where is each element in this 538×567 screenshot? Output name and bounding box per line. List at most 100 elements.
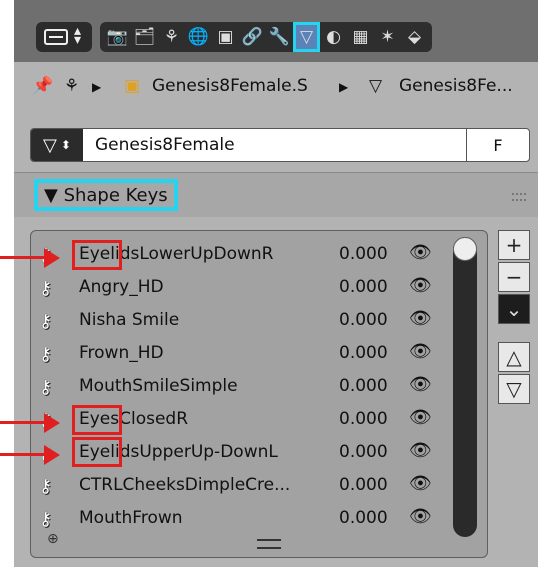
material-icon: ◐ <box>326 27 341 47</box>
breadcrumb-object[interactable]: Genesis8Female.S <box>152 76 308 96</box>
annotation-box <box>72 240 122 270</box>
triangle-down-icon: ▽ <box>506 377 522 401</box>
shape-key-name[interactable]: MouthFrown <box>79 508 183 528</box>
shape-key-row[interactable]: ⚷ Frown_HD 0.000 👁 <box>31 338 451 371</box>
annotation-line <box>0 421 48 424</box>
shape-key-value[interactable]: 0.000 <box>339 376 388 396</box>
add-shape-key-button[interactable]: + <box>498 230 530 260</box>
remove-shape-key-button[interactable]: − <box>498 262 530 292</box>
shape-keys-header[interactable]: ▼ Shape Keys <box>14 172 538 217</box>
annotation-arrow <box>44 413 60 433</box>
shape-keys-title[interactable]: ▼ Shape Keys <box>34 179 178 211</box>
pin-icon[interactable]: 📌 <box>32 76 53 96</box>
annotation-line <box>0 453 48 456</box>
eye-icon[interactable]: 👁 <box>409 407 432 428</box>
particles-icon: ✶ <box>380 27 395 47</box>
tab-object[interactable]: ▣ <box>212 22 239 52</box>
annotation-arrow <box>44 248 60 268</box>
chevron-updown-icon: ▴ ▾ <box>74 23 82 48</box>
shape-key-name[interactable]: MouthSmileSimple <box>79 376 238 396</box>
shape-key-value[interactable]: 0.000 <box>339 244 388 264</box>
breadcrumb-mesh[interactable]: Genesis8Fe... <box>399 76 513 96</box>
annotation-box <box>72 405 122 435</box>
shape-key-icon: ⚷ <box>39 377 53 398</box>
shape-key-icon: ⚷ <box>39 344 53 365</box>
physics-icon: ⬙ <box>407 27 422 47</box>
eye-icon[interactable]: 👁 <box>409 308 432 329</box>
shape-keys-list[interactable]: ⊕ ⚷EyelidsLowerUpDownR0.000👁⚷Angry_HD0.0… <box>30 230 488 558</box>
tab-particles[interactable]: ✶ <box>374 22 401 52</box>
shape-key-icon: ⚷ <box>39 311 53 332</box>
shape-key-row[interactable]: ⚷ Nisha Smile 0.000 👁 <box>31 305 451 338</box>
eye-icon[interactable]: 👁 <box>409 506 432 527</box>
list-resize-handle[interactable] <box>257 539 281 549</box>
move-up-button[interactable]: △ <box>498 342 530 372</box>
mesh-browse-button[interactable]: ▽ ⬍ <box>31 129 83 161</box>
eye-icon[interactable]: 👁 <box>409 473 432 494</box>
annotation-line <box>0 256 48 259</box>
properties-editor-icon <box>44 29 68 45</box>
tab-render-layers[interactable]: 🗂 <box>131 22 158 52</box>
shape-key-value[interactable]: 0.000 <box>339 442 388 462</box>
mesh-data-icon: ▽ <box>43 134 57 156</box>
data-icon: ▽ <box>299 27 314 47</box>
shape-key-name[interactable]: Frown_HD <box>79 343 164 363</box>
shape-key-row[interactable]: ⚷ MouthFrown 0.000 👁 <box>31 503 451 536</box>
annotation-box <box>72 437 122 467</box>
shape-key-name[interactable]: Nisha Smile <box>79 310 179 330</box>
render-icon: 📷 <box>106 27 129 47</box>
chevron-updown-icon: ⬍ <box>60 138 71 152</box>
scene-icon: ⚘ <box>64 76 80 96</box>
object-icon: ▣ <box>124 76 141 96</box>
shape-key-row[interactable]: ⚷ MouthSmileSimple 0.000 👁 <box>31 371 451 404</box>
tab-constraints[interactable]: 🔗 <box>239 22 266 52</box>
shape-key-icon: ⚷ <box>39 278 53 299</box>
render-layers-icon: 🗂 <box>133 27 156 47</box>
shape-key-icon: ⚷ <box>39 476 53 497</box>
shape-key-value[interactable]: 0.000 <box>339 277 388 297</box>
eye-icon[interactable]: 👁 <box>409 341 432 362</box>
specials-menu-button[interactable]: ⌄ <box>498 294 530 324</box>
shape-key-value[interactable]: 0.000 <box>339 310 388 330</box>
tab-material[interactable]: ◐ <box>320 22 347 52</box>
fake-user-button[interactable]: F <box>466 129 529 161</box>
editor-type-button[interactable]: ▴ ▾ <box>36 22 92 52</box>
chevron-right-icon: ▶ <box>92 80 102 94</box>
shape-key-name[interactable]: CTRLCheeksDimpleCre... <box>79 475 290 495</box>
eye-icon[interactable]: 👁 <box>409 242 432 263</box>
annotation-arrow <box>44 445 60 465</box>
shape-key-name[interactable]: Angry_HD <box>79 277 164 297</box>
tab-modifiers[interactable]: 🔧 <box>266 22 293 52</box>
eye-icon[interactable]: 👁 <box>409 275 432 296</box>
modifiers-icon: 🔧 <box>268 27 291 47</box>
tab-world[interactable]: 🌐 <box>185 22 212 52</box>
drag-grip-icon[interactable] <box>512 193 526 201</box>
tab-texture[interactable]: ▦ <box>347 22 374 52</box>
mesh-data-icon: ▽ <box>369 76 383 96</box>
object-icon: ▣ <box>217 27 234 47</box>
minus-icon: − <box>505 265 523 289</box>
tab-physics[interactable]: ⬙ <box>401 22 428 52</box>
scrollbar[interactable] <box>453 237 477 537</box>
move-down-button[interactable]: ▽ <box>498 374 530 404</box>
shape-key-row[interactable]: ⚷ Angry_HD 0.000 👁 <box>31 272 451 305</box>
chevron-right-icon: ▶ <box>339 80 349 94</box>
shape-key-value[interactable]: 0.000 <box>339 508 388 528</box>
context-tabs: 📷 🗂 ⚘ 🌐 ▣ 🔗 🔧 ▽ ◐ ▦ ✶ ⬙ <box>100 22 432 52</box>
constraints-icon: 🔗 <box>241 27 264 47</box>
scrollbar-thumb[interactable] <box>453 237 477 261</box>
mesh-datablock-field[interactable]: ▽ ⬍ Genesis8Female F <box>30 128 530 162</box>
tab-render[interactable]: 📷 <box>104 22 131 52</box>
eye-icon[interactable]: 👁 <box>409 440 432 461</box>
shape-key-value[interactable]: 0.000 <box>339 343 388 363</box>
mesh-name-input[interactable]: Genesis8Female <box>95 135 235 155</box>
shape-key-row[interactable]: ⚷ CTRLCheeksDimpleCre... 0.000 👁 <box>31 470 451 503</box>
tab-data[interactable]: ▽ <box>293 22 320 52</box>
plus-icon: + <box>505 233 523 257</box>
shape-key-value[interactable]: 0.000 <box>339 475 388 495</box>
eye-icon[interactable]: 👁 <box>409 374 432 395</box>
shape-key-value[interactable]: 0.000 <box>339 409 388 429</box>
tab-scene[interactable]: ⚘ <box>158 22 185 52</box>
chevron-down-icon: ⌄ <box>505 297 523 321</box>
breadcrumb: 📌 ⚘ ▶ ▣ Genesis8Female.S ▶ ▽ Genesis8Fe.… <box>14 62 538 117</box>
